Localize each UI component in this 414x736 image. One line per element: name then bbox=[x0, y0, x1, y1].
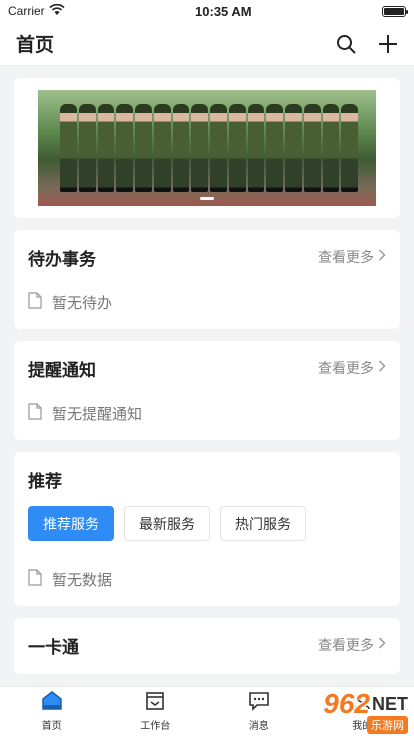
home-content[interactable]: 待办事务 查看更多 暂无待办 提醒通知 查看更多 暂无提醒通知 推荐 推荐服务 … bbox=[0, 66, 414, 686]
reminder-title: 提醒通知 bbox=[28, 360, 96, 381]
todo-header: 待办事务 查看更多 bbox=[28, 244, 386, 270]
chevron-right-icon bbox=[378, 249, 386, 265]
one-card-more-link[interactable]: 查看更多 bbox=[318, 635, 386, 655]
banner-image bbox=[60, 104, 358, 192]
reminder-more-link[interactable]: 查看更多 bbox=[318, 358, 386, 378]
todo-empty-label: 暂无待办 bbox=[52, 294, 113, 312]
message-icon bbox=[248, 691, 270, 714]
chevron-right-icon bbox=[378, 637, 386, 653]
tab-home[interactable]: 首页 bbox=[0, 687, 104, 736]
recommend-title: 推荐 bbox=[28, 471, 62, 492]
workbench-icon bbox=[145, 691, 165, 714]
watermark-number: 962 bbox=[323, 688, 370, 719]
reminder-header: 提醒通知 查看更多 bbox=[28, 355, 386, 381]
battery-icon bbox=[382, 5, 408, 17]
recommend-tabs: 推荐服务 最新服务 热门服务 bbox=[28, 506, 386, 541]
page-title: 首页 bbox=[16, 34, 55, 56]
status-left: Carrier bbox=[8, 3, 65, 19]
tab-popular-services[interactable]: 热门服务 bbox=[220, 506, 306, 541]
home-icon bbox=[41, 691, 63, 714]
wifi-icon bbox=[49, 3, 65, 19]
recommend-empty: 暂无数据 bbox=[28, 569, 386, 590]
todo-card: 待办事务 查看更多 暂无待办 bbox=[14, 230, 400, 329]
document-icon bbox=[28, 569, 42, 590]
todo-title: 待办事务 bbox=[28, 249, 96, 270]
search-icon[interactable] bbox=[336, 34, 356, 54]
reminder-card: 提醒通知 查看更多 暂无提醒通知 bbox=[14, 341, 400, 440]
one-card-header: 一卡通 查看更多 bbox=[28, 632, 386, 658]
tab-recommended-services[interactable]: 推荐服务 bbox=[28, 506, 114, 541]
reminder-more-label: 查看更多 bbox=[318, 361, 374, 377]
document-icon bbox=[28, 403, 42, 424]
banner-carousel[interactable] bbox=[38, 90, 376, 206]
todo-more-link[interactable]: 查看更多 bbox=[318, 247, 386, 267]
tab-workbench-label: 工作台 bbox=[140, 721, 171, 732]
plus-icon[interactable] bbox=[378, 34, 398, 54]
watermark-suffix: NET bbox=[372, 693, 408, 714]
watermark-subtitle: 乐游网 bbox=[367, 716, 408, 734]
chevron-right-icon bbox=[378, 360, 386, 376]
reminder-empty-label: 暂无提醒通知 bbox=[52, 405, 143, 423]
todo-more-label: 查看更多 bbox=[318, 250, 374, 266]
status-time: 10:35 AM bbox=[195, 3, 252, 19]
carousel-indicator bbox=[200, 197, 214, 200]
one-card-title: 一卡通 bbox=[28, 637, 79, 658]
banner-card bbox=[14, 78, 400, 218]
recommend-header: 推荐 bbox=[28, 466, 386, 492]
recommend-card: 推荐 推荐服务 最新服务 热门服务 暂无数据 bbox=[14, 452, 400, 606]
tab-home-label: 首页 bbox=[41, 721, 62, 732]
tab-messages[interactable]: 消息 bbox=[207, 687, 311, 736]
nav-bar: 首页 bbox=[0, 22, 414, 66]
one-card-more-label: 查看更多 bbox=[318, 638, 374, 654]
tab-workbench[interactable]: 工作台 bbox=[104, 687, 208, 736]
one-card-card: 一卡通 查看更多 bbox=[14, 618, 400, 674]
tab-latest-services[interactable]: 最新服务 bbox=[124, 506, 210, 541]
tab-messages-label: 消息 bbox=[248, 721, 269, 732]
recommend-empty-label: 暂无数据 bbox=[52, 571, 113, 589]
reminder-empty: 暂无提醒通知 bbox=[28, 403, 386, 424]
document-icon bbox=[28, 292, 42, 313]
nav-actions bbox=[336, 34, 398, 54]
site-watermark: 962 NET 乐游网 bbox=[323, 688, 408, 734]
carrier-label: Carrier bbox=[8, 4, 45, 18]
status-bar: Carrier 10:35 AM bbox=[0, 0, 414, 22]
todo-empty: 暂无待办 bbox=[28, 292, 386, 313]
